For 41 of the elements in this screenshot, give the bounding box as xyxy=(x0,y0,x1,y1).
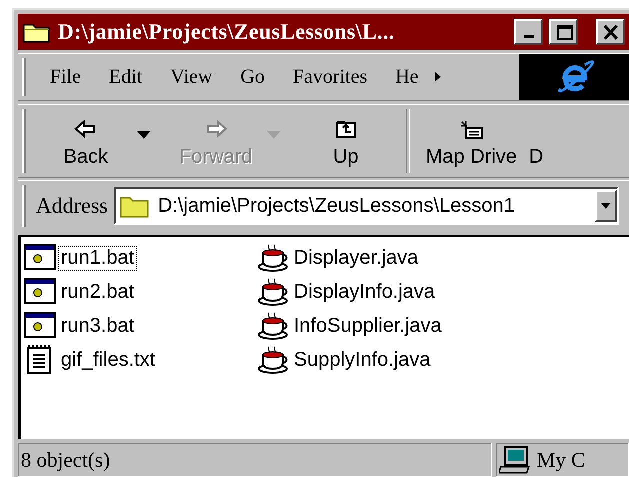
address-label: Address xyxy=(36,193,108,219)
close-icon xyxy=(602,24,620,40)
dropdown-button[interactable] xyxy=(595,190,617,222)
network-drive-icon xyxy=(460,120,484,140)
minimize-button[interactable] xyxy=(514,19,543,45)
menu-item[interactable]: Favorites xyxy=(279,66,382,88)
window-icon xyxy=(24,243,56,273)
close-button[interactable] xyxy=(596,19,625,45)
file-name[interactable]: SupplyInfo.java xyxy=(291,348,434,372)
file-name[interactable]: InfoSupplier.java xyxy=(291,314,445,338)
address-field[interactable]: D:\jamie\Projects\ZeusLessons\Lesson1 xyxy=(114,187,619,225)
status-text: 8 object(s) xyxy=(18,443,492,477)
forward-arrow-icon xyxy=(204,120,228,140)
menu-item[interactable]: Edit xyxy=(95,66,156,88)
minimize-icon xyxy=(524,35,534,38)
coffee-cup-icon xyxy=(257,311,289,341)
window-icon xyxy=(24,311,56,341)
file-name[interactable]: run3.bat xyxy=(58,314,138,338)
coffee-cup-icon xyxy=(257,277,289,307)
file-name[interactable]: gif_files.txt xyxy=(58,348,158,372)
window-icon xyxy=(24,277,56,307)
chevron-icon xyxy=(432,70,443,84)
dropdown-arrow-icon xyxy=(266,130,282,140)
coffee-cup-icon xyxy=(257,345,289,375)
back-arrow-icon xyxy=(74,120,98,140)
file-name[interactable]: run2.bat xyxy=(58,280,138,304)
folder-up-icon xyxy=(334,120,358,140)
menu-item[interactable]: View xyxy=(156,66,227,88)
menu-item[interactable]: File xyxy=(36,66,96,88)
menu-item[interactable]: Go xyxy=(226,66,280,88)
menu-item[interactable]: He xyxy=(381,66,433,88)
status-zone: My C xyxy=(537,448,586,472)
dropdown-arrow-icon xyxy=(136,130,152,140)
coffee-cup-icon xyxy=(257,243,289,273)
maximize-button[interactable] xyxy=(549,19,578,45)
maximize-icon xyxy=(554,24,572,40)
window-title: D:\jamie\Projects\ZeusLessons\L... xyxy=(58,19,396,45)
file-name[interactable]: run1.bat xyxy=(58,246,138,270)
caret-icon xyxy=(601,203,611,209)
file-name[interactable]: DisplayInfo.java xyxy=(291,280,438,304)
file-name[interactable]: Displayer.java xyxy=(291,246,422,270)
